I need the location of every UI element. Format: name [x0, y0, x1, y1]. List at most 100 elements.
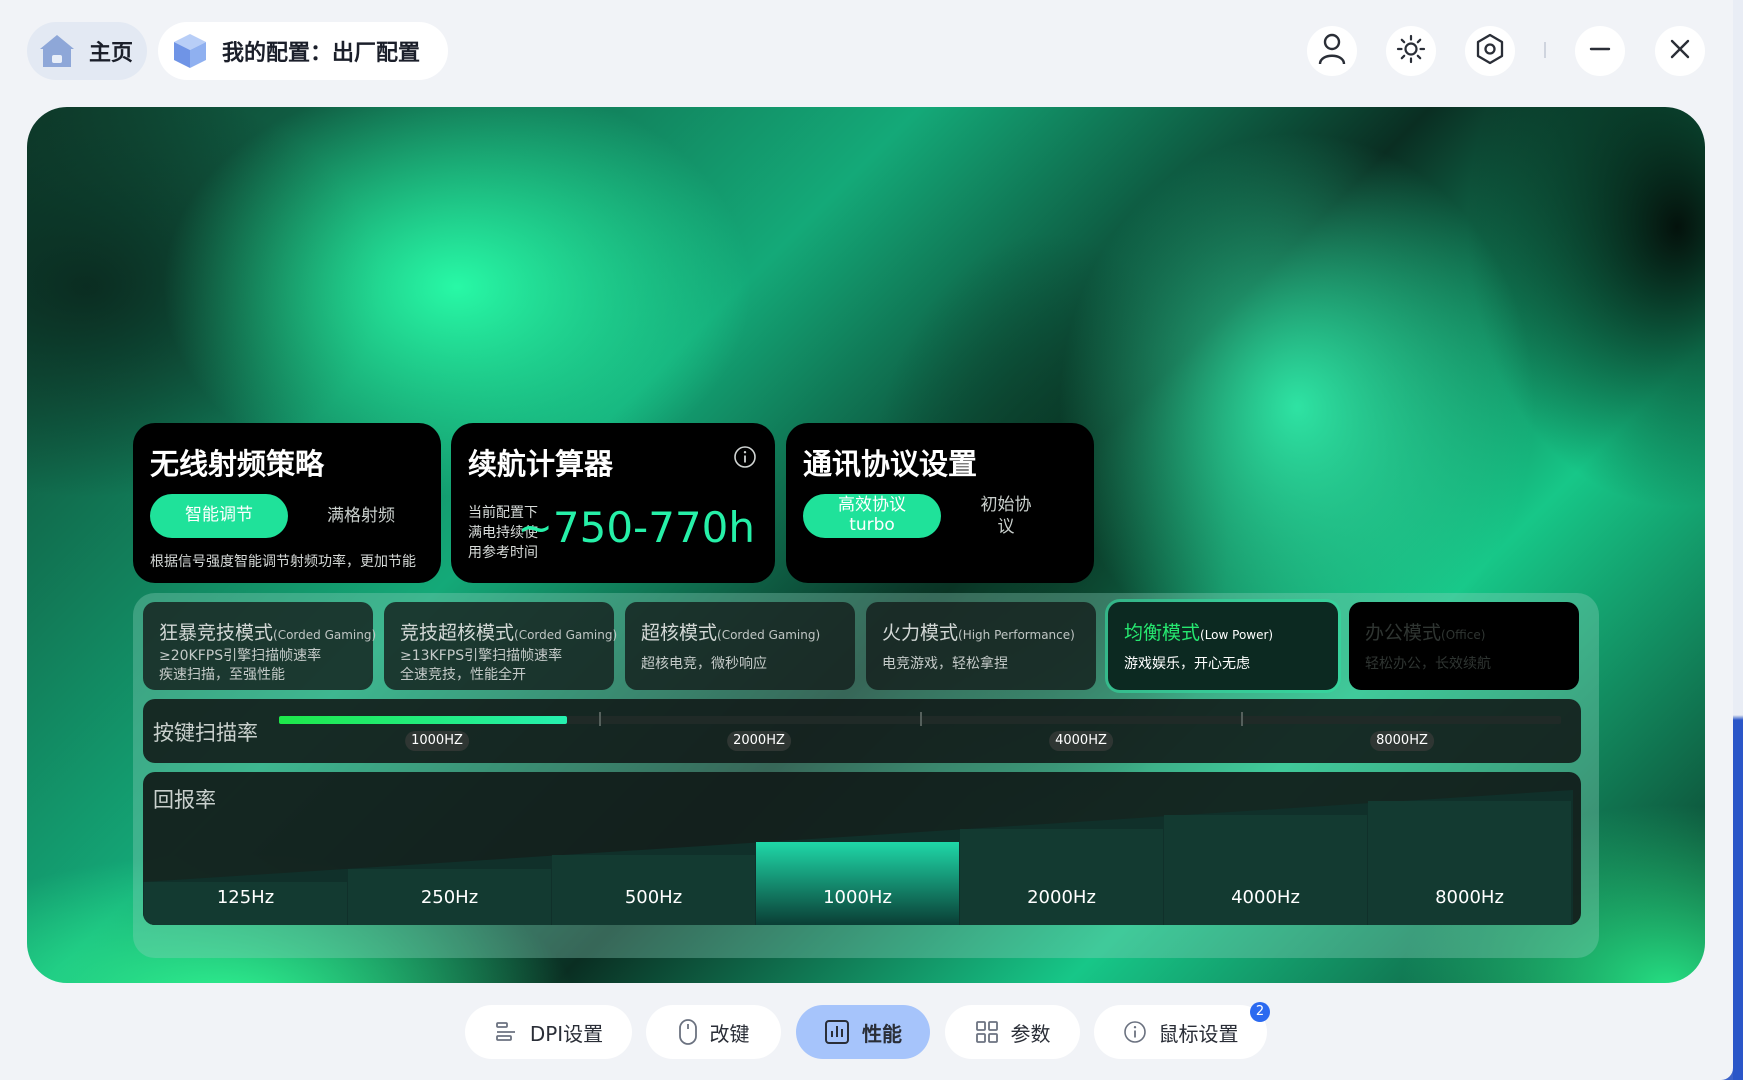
user-icon	[1317, 33, 1347, 69]
report-rate-panel: 回报率 125Hz 250Hz 500Hz 1000Hz 2000Hz 4000…	[143, 772, 1581, 925]
mode-card-frenzy[interactable]: 狂暴竞技模式(Corded Gaming) ≥20KFPS引擎扫描帧速率 疾速扫…	[143, 602, 377, 690]
info-icon[interactable]	[733, 445, 757, 473]
report-rate-option[interactable]: 250Hz	[348, 772, 551, 925]
mode-name: 竞技超核模式	[400, 622, 515, 644]
scan-rate-tick	[599, 712, 601, 726]
protocol-default-button[interactable]: 初始协 议	[956, 491, 1056, 541]
mode-card-firepower[interactable]: 火力模式(High Performance) 电竞游戏，轻松拿捏	[866, 602, 1096, 690]
mode-desc: 全速竞技，性能全开	[400, 667, 526, 683]
mode-desc: ≥20KFPS引擎扫描帧速率	[159, 648, 322, 664]
nav-params[interactable]: 参数	[945, 1005, 1080, 1059]
report-rate-label: 8000Hz	[1435, 887, 1504, 908]
settings-hex-icon	[1475, 33, 1505, 69]
battery-title: 续航计算器	[468, 447, 614, 481]
performance-chart-icon	[824, 1019, 850, 1045]
close-button[interactable]	[1655, 26, 1705, 76]
report-rate-option[interactable]: 4000Hz	[1164, 772, 1367, 925]
rf-description: 根据信号强度智能调节射频功率，更加节能	[150, 554, 416, 570]
nav-label: 性能	[862, 1021, 902, 1046]
report-rate-option[interactable]: 2000Hz	[960, 772, 1163, 925]
mode-tag: (Corded Gaming)	[514, 628, 618, 642]
scan-rate-tick	[1241, 712, 1243, 726]
scan-rate-slider[interactable]	[279, 712, 1561, 726]
nav-dpi[interactable]: DPI设置	[465, 1005, 632, 1059]
mode-desc: 游戏娱乐，开心无虑	[1124, 656, 1250, 672]
scan-rate-title: 按键扫描率	[153, 721, 258, 745]
brightness-button[interactable]	[1386, 26, 1436, 76]
rf-full-button[interactable]: 满格射频	[301, 494, 421, 538]
dpi-settings-icon	[494, 1020, 518, 1044]
nav-label: 改键	[709, 1021, 750, 1046]
mode-title: 办公模式(Office)	[1365, 618, 1579, 645]
protocol-card: 通讯协议设置 高效协议 turbo 初始协 议	[786, 423, 1094, 583]
mode-desc: 疾速扫描，至强性能	[159, 667, 285, 683]
scan-rate-label[interactable]: 1000HZ	[405, 731, 469, 751]
info-icon	[1123, 1020, 1147, 1044]
mode-title: 均衡模式(Low Power)	[1124, 618, 1338, 645]
battery-estimate: ~750-770h	[517, 503, 755, 552]
report-rate-option[interactable]: 125Hz	[144, 772, 347, 925]
scan-rate-label[interactable]: 2000HZ	[727, 731, 791, 751]
home-tab[interactable]: 主页	[27, 22, 147, 80]
mode-title: 竞技超核模式(Corded Gaming)	[400, 618, 618, 645]
mode-title: 狂暴竞技模式(Corded Gaming)	[159, 618, 377, 645]
protocol-title: 通讯协议设置	[803, 447, 978, 481]
report-rate-option[interactable]: 500Hz	[552, 772, 755, 925]
mode-desc: ≥13KFPS引擎扫描帧速率	[400, 648, 563, 664]
protocol-turbo-line: turbo	[849, 515, 895, 535]
mode-tag: (Corded Gaming)	[717, 628, 821, 642]
rf-strategy-card: 无线射频策略 智能调节 满格射频 根据信号强度智能调节射频功率，更加节能	[133, 423, 441, 583]
mode-name: 超核模式	[641, 622, 718, 644]
rf-smart-button[interactable]: 智能调节	[150, 494, 288, 538]
header-divider	[1544, 42, 1546, 58]
scan-rate-label[interactable]: 8000HZ	[1370, 731, 1434, 751]
nav-label: 鼠标设置	[1158, 1021, 1239, 1046]
user-button[interactable]	[1307, 26, 1357, 76]
mode-card-core[interactable]: 超核模式(Corded Gaming) 超核电竞，微秒响应	[625, 602, 855, 690]
home-icon	[37, 31, 77, 71]
nav-remap[interactable]: 改键	[646, 1005, 781, 1059]
report-rate-label: 1000Hz	[823, 887, 892, 908]
protocol-default-line: 初始协	[980, 494, 1032, 515]
nav-mouse-settings[interactable]: 鼠标设置	[1094, 1005, 1267, 1059]
mode-name: 均衡模式	[1124, 622, 1201, 644]
rf-title: 无线射频策略	[150, 447, 325, 481]
close-icon	[1668, 37, 1692, 65]
mode-title: 火力模式(High Performance)	[882, 618, 1096, 645]
mode-title: 超核模式(Corded Gaming)	[641, 618, 855, 645]
mouse-icon	[678, 1018, 698, 1046]
mode-tag: (Corded Gaming)	[273, 628, 377, 642]
notification-badge: 2	[1250, 1002, 1270, 1022]
settings-button[interactable]	[1465, 26, 1515, 76]
mode-card-competitive-core[interactable]: 竞技超核模式(Corded Gaming) ≥13KFPS引擎扫描帧速率 全速竞…	[384, 602, 618, 690]
minimize-icon	[1588, 37, 1612, 65]
mode-name: 狂暴竞技模式	[159, 622, 274, 644]
mode-card-office[interactable]: 办公模式(Office) 轻松办公，长效续航	[1349, 602, 1579, 690]
report-rate-label: 500Hz	[624, 887, 683, 908]
report-rate-option[interactable]: 8000Hz	[1368, 772, 1571, 925]
report-rate-label: 125Hz	[216, 887, 275, 908]
battery-calculator-card: 续航计算器 当前配置下 满电持续使 用参考时间 ~750-770h	[451, 423, 775, 583]
nav-performance[interactable]: 性能	[796, 1005, 930, 1059]
report-rate-option-selected[interactable]: 1000Hz	[756, 772, 959, 925]
mode-desc: 电竞游戏，轻松拿捏	[882, 656, 1008, 672]
brightness-icon	[1396, 34, 1426, 68]
mode-tag: (Low Power)	[1200, 628, 1274, 642]
protocol-default-line: 议	[997, 517, 1015, 537]
config-label: 我的配置：出厂配置	[222, 41, 421, 66]
mode-desc: 超核电竞，微秒响应	[641, 656, 767, 672]
report-rate-label: 4000Hz	[1231, 887, 1300, 908]
minimize-button[interactable]	[1575, 26, 1625, 76]
cube-icon	[170, 31, 210, 71]
mode-desc: 轻松办公，长效续航	[1365, 656, 1491, 672]
protocol-turbo-button[interactable]: 高效协议 turbo	[803, 494, 941, 538]
protocol-turbo-line: 高效协议	[838, 495, 906, 516]
mode-tag: (Office)	[1441, 628, 1486, 642]
config-tab[interactable]: 我的配置：出厂配置	[158, 22, 448, 80]
scan-rate-label[interactable]: 4000HZ	[1049, 731, 1113, 751]
report-rate-label: 2000Hz	[1027, 887, 1096, 908]
mode-name: 办公模式	[1365, 622, 1442, 644]
scan-rate-tick	[920, 712, 922, 726]
scan-rate-fill	[279, 716, 568, 724]
mode-card-balanced[interactable]: 均衡模式(Low Power) 游戏娱乐，开心无虑	[1108, 602, 1338, 690]
